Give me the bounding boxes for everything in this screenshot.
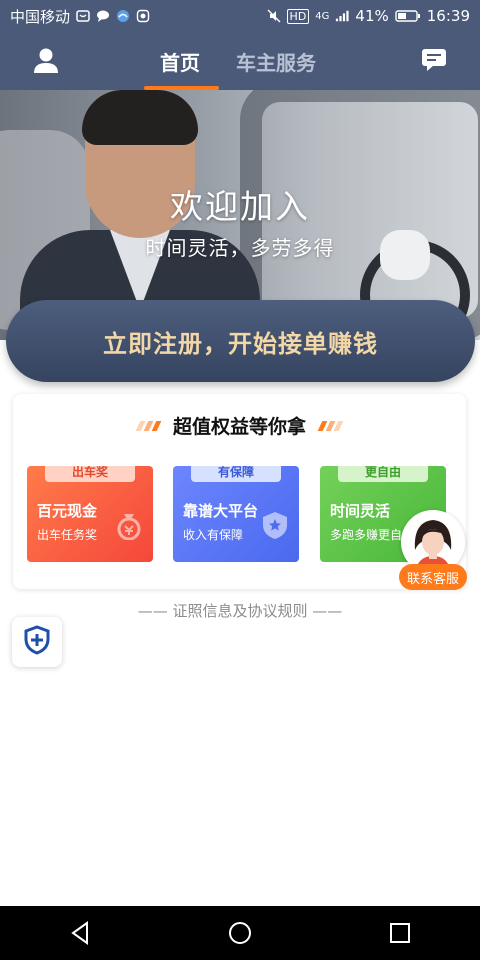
benefit-subtitle: 收入有保障 — [183, 528, 244, 542]
camera-icon — [136, 9, 150, 23]
right-stripes-icon — [317, 420, 344, 431]
safety-shield-button[interactable] — [12, 617, 62, 667]
register-button[interactable]: 立即注册，开始接单赚钱 — [6, 300, 475, 382]
money-bag-icon — [115, 510, 143, 541]
carrier-label: 中国移动 — [10, 7, 71, 26]
left-stripes-icon — [135, 420, 162, 431]
message-icon[interactable] — [421, 48, 447, 72]
app-header: 首页 车主服务 — [0, 32, 480, 90]
signal-icon — [335, 9, 349, 23]
hero-title: 欢迎加入 — [170, 187, 310, 226]
benefit-subtitle: 出车任务奖 — [37, 528, 98, 542]
system-nav-bar — [0, 906, 480, 960]
hero-driver-hair — [82, 90, 198, 145]
benefit-tag: 更自由 — [338, 466, 428, 482]
benefit-title: 时间灵活 — [330, 502, 391, 520]
back-icon[interactable] — [60, 913, 100, 953]
customer-service-label: 联系客服 — [399, 564, 467, 590]
status-bar: 中国移动 HD 4G 41% 16:39 — [0, 0, 480, 32]
battery-icon — [395, 9, 421, 23]
hd-badge: HD — [286, 8, 310, 24]
tab-owner-service[interactable]: 车主服务 — [236, 47, 316, 76]
wechat-icon — [76, 9, 90, 23]
benefit-title: 百元现金 — [37, 502, 98, 520]
user-icon[interactable] — [32, 46, 60, 74]
mute-icon — [267, 9, 281, 23]
tab-home[interactable]: 首页 — [160, 47, 200, 76]
cert-agreement-link[interactable]: —— 证照信息及协议规则 —— — [0, 600, 480, 621]
shield-plus-icon — [24, 625, 50, 659]
recent-apps-icon[interactable] — [380, 913, 420, 953]
register-button-label: 立即注册，开始接单赚钱 — [103, 329, 378, 358]
network-label: 4G — [315, 10, 330, 22]
benefit-tag: 出车奖 — [45, 466, 135, 482]
customer-service-button[interactable]: 联系客服 — [399, 510, 467, 590]
home-icon[interactable] — [220, 913, 260, 953]
benefit-tag: 有保障 — [191, 466, 281, 482]
benefits-header: 超值权益等你拿 — [13, 412, 466, 439]
chat-bubble-icon — [96, 9, 110, 23]
benefit-title: 靠谱大平台 — [183, 502, 259, 520]
battery-percent: 41% — [355, 7, 389, 25]
benefit-cash-reward[interactable]: 出车奖 百元现金 出车任务奖 — [27, 466, 153, 562]
benefit-platform[interactable]: 有保障 靠谱大平台 收入有保障 — [173, 466, 299, 562]
benefits-title: 超值权益等你拿 — [172, 416, 306, 438]
hero-subtitle: 时间灵活，多劳多得 — [145, 236, 335, 260]
bird-icon — [116, 9, 130, 23]
shield-star-icon — [261, 510, 289, 540]
clock-time: 16:39 — [426, 7, 470, 25]
